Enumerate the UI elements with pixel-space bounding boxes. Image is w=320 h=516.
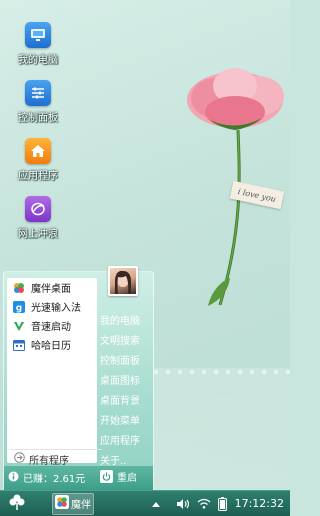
home-icon	[25, 138, 51, 164]
restart-button[interactable]: 重启	[100, 469, 137, 484]
input-method-icon: g	[13, 300, 25, 313]
menu-item-applications[interactable]: 应用程序	[100, 432, 152, 452]
program-label: 魔伴桌面	[31, 284, 71, 295]
pinwheel-icon	[13, 282, 25, 294]
system-tray: 17:12:32	[145, 491, 284, 516]
restart-label: 重启	[117, 473, 137, 484]
desktop-icon-applications[interactable]: 应用程序	[13, 138, 63, 182]
start-menu-footer: 已赚：2.61元 重启	[4, 466, 153, 491]
svg-text:g: g	[16, 303, 22, 313]
desktop-icon-label: 网上冲浪	[18, 229, 58, 240]
love-tag-text: i love you	[237, 186, 277, 204]
browser-icon	[25, 196, 51, 222]
volume-icon[interactable]	[176, 498, 190, 510]
clock[interactable]: 17:12:32	[235, 497, 284, 510]
menu-item-start-menu[interactable]: 开始菜单	[100, 412, 152, 432]
taskbar: 魔伴 17:12:32	[0, 490, 290, 516]
program-list: 魔伴桌面 g 光速输入法 音速启动 哈哈日历 所有程序	[7, 278, 102, 467]
checkmark-v-icon	[13, 320, 25, 332]
earnings-display: 已赚：2.61元	[8, 470, 85, 485]
desktop-icon-label: 我的电脑	[18, 55, 58, 66]
taskbar-item-moban[interactable]: 魔伴	[52, 492, 94, 515]
program-item-input-method[interactable]: g 光速输入法	[7, 297, 97, 316]
all-programs-label: 所有程序	[29, 455, 69, 467]
earnings-text: 已赚：2.61元	[23, 474, 86, 485]
calendar-icon	[13, 339, 25, 351]
desktop-icon-internet[interactable]: 网上冲浪	[13, 196, 63, 240]
desktop-icon-label: 控制面板	[18, 113, 58, 124]
program-item-quick-launch[interactable]: 音速启动	[7, 316, 97, 335]
clover-icon	[8, 493, 26, 514]
desktop-icon-label: 应用程序	[18, 171, 58, 182]
battery-icon[interactable]	[217, 496, 227, 511]
program-item-mobanzhuomian[interactable]: 魔伴桌面	[7, 278, 97, 297]
program-item-calendar[interactable]: 哈哈日历	[7, 335, 97, 354]
sliders-icon	[25, 80, 51, 106]
menu-item-desktop-background[interactable]: 桌面背景	[100, 392, 152, 412]
menu-item-desktop-icons[interactable]: 桌面图标	[100, 372, 152, 392]
chevron-up-icon[interactable]	[151, 501, 160, 507]
desktop-icon-my-computer[interactable]: 我的电脑	[13, 22, 63, 66]
user-avatar[interactable]	[108, 266, 138, 296]
power-icon	[100, 470, 113, 483]
start-button[interactable]	[0, 491, 34, 516]
lace-decoration	[150, 368, 290, 490]
arrow-right-circle-icon	[14, 452, 25, 466]
info-icon	[8, 471, 19, 485]
menu-item-search[interactable]: 文明搜索	[100, 332, 152, 352]
desktop-icon-control-panel[interactable]: 控制面板	[13, 80, 63, 124]
start-menu-right-column: 我的电脑 文明搜索 控制面板 桌面图标 桌面背景 开始菜单 应用程序 关于..	[100, 312, 152, 472]
menu-item-my-computer[interactable]: 我的电脑	[100, 312, 152, 332]
start-menu: 魔伴桌面 g 光速输入法 音速启动 哈哈日历 所有程序 我的电脑 文明搜索 控制…	[3, 266, 154, 492]
program-label: 音速启动	[31, 322, 71, 333]
computer-icon	[25, 22, 51, 48]
program-label: 哈哈日历	[31, 341, 71, 352]
pinwheel-icon	[55, 495, 69, 512]
menu-item-control-panel[interactable]: 控制面板	[100, 352, 152, 372]
wifi-icon[interactable]	[197, 498, 211, 509]
program-label: 光速输入法	[31, 303, 81, 314]
taskbar-item-label: 魔伴	[71, 500, 91, 511]
